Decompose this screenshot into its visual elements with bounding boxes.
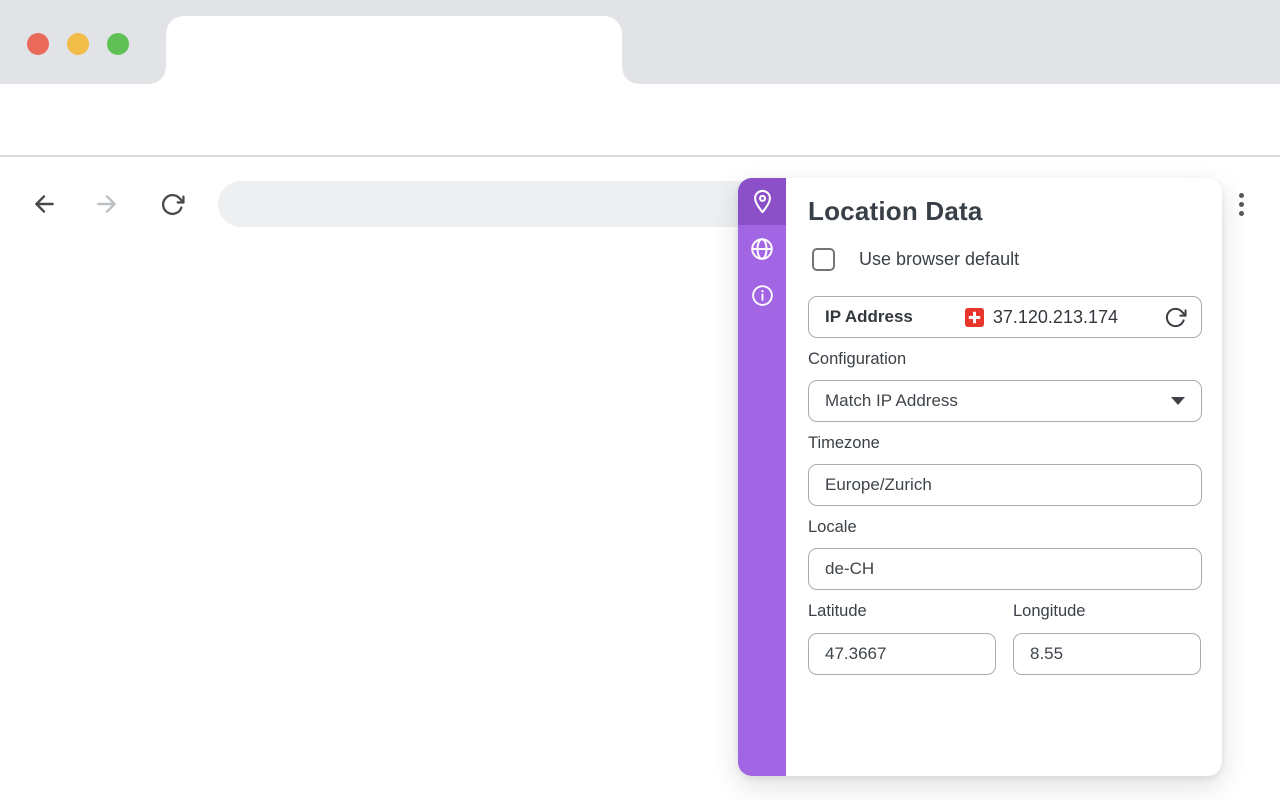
locale-input[interactable] bbox=[808, 548, 1202, 590]
configuration-selected-value: Match IP Address bbox=[825, 391, 958, 411]
use-browser-default-checkbox[interactable] bbox=[812, 248, 835, 271]
configuration-label: Configuration bbox=[808, 350, 906, 369]
longitude-input[interactable] bbox=[1013, 633, 1201, 675]
kebab-dot bbox=[1239, 211, 1244, 216]
sidebar-item-globe[interactable] bbox=[738, 225, 786, 272]
kebab-dot bbox=[1239, 193, 1244, 198]
popup-panel: Location Data Use browser default IP Add… bbox=[786, 178, 1222, 776]
timezone-label: Timezone bbox=[808, 434, 880, 453]
sidebar-item-location[interactable] bbox=[738, 178, 786, 225]
ip-address-box: IP Address 37.120.213.174 bbox=[808, 296, 1202, 338]
page-title: Location Data bbox=[808, 196, 983, 227]
ip-address-value: 37.120.213.174 bbox=[993, 307, 1163, 328]
forward-button[interactable] bbox=[89, 186, 125, 222]
forward-arrow-icon bbox=[94, 191, 120, 217]
maximize-window-button[interactable] bbox=[107, 33, 129, 55]
reload-icon bbox=[160, 192, 185, 217]
location-pin-icon bbox=[749, 188, 776, 215]
configuration-select[interactable]: Match IP Address bbox=[808, 380, 1202, 422]
popup-sidebar bbox=[738, 178, 786, 776]
window-controls bbox=[27, 33, 129, 55]
latitude-input[interactable] bbox=[808, 633, 996, 675]
refresh-ip-icon bbox=[1164, 306, 1187, 329]
browser-tab[interactable] bbox=[166, 16, 622, 84]
sidebar-item-info[interactable] bbox=[738, 272, 786, 319]
use-browser-default-label[interactable]: Use browser default bbox=[859, 249, 1019, 270]
latitude-label: Latitude bbox=[808, 602, 867, 621]
browser-toolbar bbox=[0, 84, 1280, 157]
close-window-button[interactable] bbox=[27, 33, 49, 55]
locale-label: Locale bbox=[808, 518, 857, 537]
chevron-down-icon bbox=[1171, 397, 1185, 405]
info-icon bbox=[750, 283, 775, 308]
kebab-dot bbox=[1239, 202, 1244, 207]
back-button[interactable] bbox=[26, 186, 62, 222]
minimize-window-button[interactable] bbox=[67, 33, 89, 55]
back-arrow-icon bbox=[31, 191, 57, 217]
ip-address-label: IP Address bbox=[825, 307, 913, 327]
browser-menu-button[interactable] bbox=[1233, 190, 1249, 218]
reload-button[interactable] bbox=[154, 186, 190, 222]
globe-icon bbox=[749, 236, 775, 262]
timezone-input[interactable] bbox=[808, 464, 1202, 506]
browser-titlebar bbox=[0, 0, 1280, 84]
swiss-flag-icon bbox=[965, 308, 984, 327]
refresh-ip-button[interactable] bbox=[1163, 305, 1187, 329]
longitude-label: Longitude bbox=[1013, 602, 1086, 621]
location-data-popup: Location Data Use browser default IP Add… bbox=[738, 178, 1222, 776]
use-browser-default-row: Use browser default bbox=[812, 248, 1019, 271]
